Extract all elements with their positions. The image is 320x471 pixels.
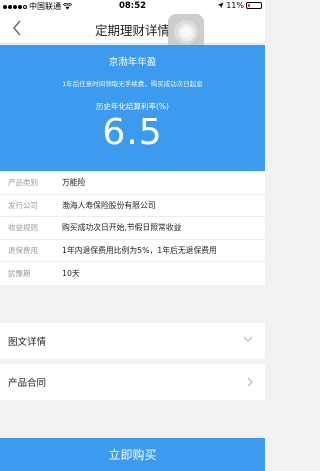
rate-label: 历史年化结算利率(%) bbox=[96, 102, 169, 111]
status-right: 11% bbox=[217, 1, 262, 10]
location-icon bbox=[217, 2, 224, 9]
info-row-earnings-rule: 收益规则 购买成功次日开始,节假日照常收益 bbox=[0, 217, 265, 240]
status-bar: 中国联通 08:52 11% bbox=[0, 0, 265, 12]
info-value: 购买成功次日开始,节假日照常收益 bbox=[62, 223, 182, 233]
details-link-row[interactable]: 图文详情 bbox=[0, 323, 265, 359]
info-row-category: 产品类别 万能险 bbox=[0, 172, 265, 195]
chevron-right-icon bbox=[247, 377, 253, 387]
product-info-list: 产品类别 万能险 发行公司 渤海人寿保险股份有限公司 收益规则 购买成功次日开始… bbox=[0, 172, 265, 285]
details-link-label: 图文详情 bbox=[8, 337, 47, 348]
info-label: 发行公司 bbox=[8, 200, 38, 210]
info-value: 10天 bbox=[62, 268, 80, 278]
product-hero: 京渤年年盈 1年后任意时间领取无手续费，购买成功次日起息 历史年化结算利率(%)… bbox=[0, 45, 265, 171]
info-label: 收益规则 bbox=[8, 223, 38, 233]
info-row-cooling-period: 犹豫期 10天 bbox=[0, 262, 265, 285]
info-label: 退保费用 bbox=[8, 245, 38, 255]
page-title: 定期理财详情 bbox=[94, 23, 170, 38]
rate-value: 6.5 bbox=[102, 112, 163, 153]
contract-link-row[interactable]: 产品合同 bbox=[0, 364, 265, 400]
info-value: 渤海人寿保险股份有限公司 bbox=[62, 200, 156, 210]
nav-bar: 定期理财详情 bbox=[0, 12, 265, 50]
info-value: 1年内退保费用比例为5%，1年后无退保费用 bbox=[62, 245, 217, 255]
info-value: 万能险 bbox=[62, 178, 86, 188]
buy-now-button[interactable]: 立即购买 bbox=[0, 438, 265, 471]
info-row-issuer: 发行公司 渤海人寿保险股份有限公司 bbox=[0, 195, 265, 217]
info-label: 产品类别 bbox=[8, 178, 38, 188]
contract-link-label: 产品合同 bbox=[8, 378, 47, 389]
info-label: 犹豫期 bbox=[8, 268, 31, 278]
chevron-down-icon bbox=[243, 336, 253, 342]
battery-percent: 11% bbox=[226, 1, 244, 10]
product-note: 1年后任意时间领取无手续费，购买成功次日起息 bbox=[62, 80, 203, 88]
battery-icon bbox=[246, 2, 262, 9]
info-row-surrender-fee: 退保费用 1年内退保费用比例为5%，1年后无退保费用 bbox=[0, 240, 265, 262]
product-name: 京渤年年盈 bbox=[108, 57, 157, 68]
